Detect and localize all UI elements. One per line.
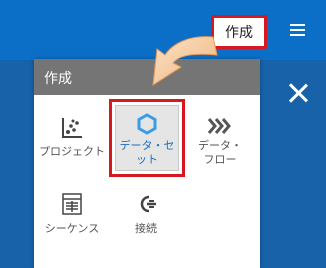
menu-item-label: シーケンス bbox=[44, 222, 100, 235]
chevrons-right-icon bbox=[207, 118, 231, 134]
menu-item-sequence[interactable]: シーケンス bbox=[36, 192, 108, 236]
scatter-chart-icon bbox=[62, 118, 82, 138]
panel-title: 作成 bbox=[44, 71, 72, 87]
menu-item-project[interactable]: プロジェクト bbox=[36, 115, 108, 159]
hexagon-icon bbox=[137, 113, 157, 135]
hamburger-menu-icon[interactable] bbox=[290, 24, 306, 38]
menu-item-label: プロジェクト bbox=[39, 145, 105, 158]
menu-item-dataset[interactable]: データ・セット bbox=[109, 99, 185, 177]
close-icon[interactable] bbox=[287, 82, 309, 104]
menu-item-connection[interactable]: 接続 bbox=[110, 192, 182, 236]
sequence-icon bbox=[62, 193, 82, 215]
menu-item-label: データ・セット bbox=[119, 139, 175, 166]
menu-item-label: 接続 bbox=[135, 222, 157, 235]
plug-icon bbox=[140, 195, 156, 213]
menu-item-dataflow[interactable]: データ・フロー bbox=[184, 115, 256, 167]
annotation-arrow-icon bbox=[152, 36, 218, 86]
menu-item-label: データ・フロー bbox=[198, 139, 242, 166]
